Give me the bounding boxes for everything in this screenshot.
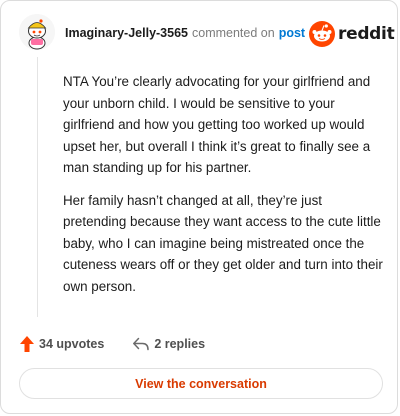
username[interactable]: Imaginary-Jelly-3565 [65, 26, 188, 40]
reddit-logo[interactable]: reddit [309, 21, 395, 47]
reddit-wordmark: reddit [338, 24, 395, 44]
commented-on-text: commented on [192, 26, 275, 40]
replies-button[interactable]: 2 replies [132, 336, 205, 352]
comment-card: Imaginary-Jelly-3565 commented on post r… [0, 0, 398, 414]
upvote-arrow-icon [20, 336, 34, 352]
comment-actions: 34 upvotes 2 replies [19, 334, 205, 354]
view-conversation-button[interactable]: View the conversation [19, 368, 383, 399]
reddit-snoo-icon [309, 21, 335, 47]
upvote-count: 34 upvotes [39, 337, 105, 351]
comment-paragraph: NTA You’re clearly advocating for your g… [63, 74, 371, 175]
reply-arrow-icon [133, 337, 150, 351]
comment-body: NTA You’re clearly advocating for your g… [63, 71, 385, 308]
replies-count: 2 replies [154, 337, 206, 351]
snoo-avatar-icon [19, 14, 55, 50]
thread-line [37, 57, 38, 317]
upvote-button[interactable]: 34 upvotes [19, 335, 104, 353]
comment-paragraph: Her family hasn’t changed at all, they’r… [63, 192, 383, 294]
user-avatar[interactable] [19, 14, 55, 50]
post-link[interactable]: post [279, 26, 305, 40]
comment-header: Imaginary-Jelly-3565 commented on post [65, 23, 305, 43]
